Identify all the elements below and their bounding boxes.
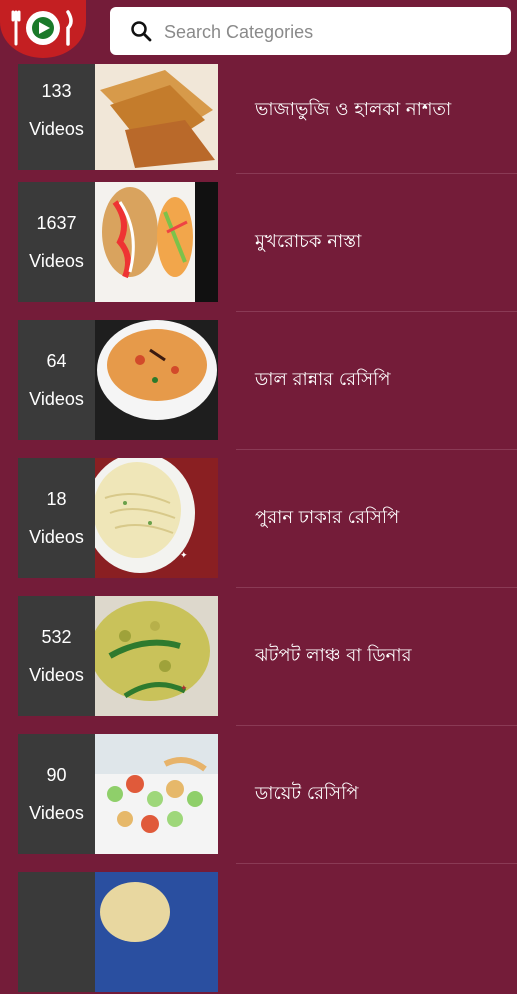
category-item[interactable]: 90 Videos ডায়েট রেসিপি bbox=[0, 734, 517, 856]
video-count-unit: Videos bbox=[29, 251, 84, 271]
food-image: ✦ bbox=[95, 596, 218, 716]
row-divider bbox=[236, 449, 517, 450]
svg-text:✦: ✦ bbox=[180, 684, 188, 694]
category-thumbnail[interactable]: ✦ 18 Videos bbox=[18, 458, 218, 578]
video-count: 532 bbox=[41, 627, 72, 647]
video-count-unit: Videos bbox=[29, 527, 84, 547]
row-divider bbox=[236, 173, 517, 174]
food-image bbox=[95, 320, 218, 440]
app-logo[interactable] bbox=[0, 0, 86, 58]
category-title[interactable]: ঝটপট লাঞ্চ বা ডিনার bbox=[255, 596, 411, 716]
video-count-unit: Videos bbox=[29, 389, 84, 409]
food-image bbox=[95, 872, 218, 992]
category-item[interactable] bbox=[0, 872, 517, 994]
top-bar bbox=[0, 0, 517, 64]
category-thumbnail[interactable]: ✦ 532 Videos bbox=[18, 596, 218, 716]
food-image bbox=[95, 734, 218, 854]
video-count-badge: 532 Videos bbox=[18, 596, 95, 716]
row-divider bbox=[236, 863, 517, 864]
category-title[interactable]: পুরান ঢাকার রেসিপি bbox=[255, 458, 399, 578]
video-count-unit: Videos bbox=[29, 665, 84, 685]
svg-text:✦: ✦ bbox=[180, 551, 188, 561]
video-count-unit: Videos bbox=[29, 803, 84, 823]
video-count-badge: 18 Videos bbox=[18, 458, 95, 578]
category-item[interactable]: 64 Videos ডাল রান্নার রেসিপি bbox=[0, 320, 517, 442]
category-item[interactable]: 1637 Videos মুখরোচক নাস্তা bbox=[0, 182, 517, 304]
search-input[interactable] bbox=[162, 7, 496, 57]
video-count: 18 bbox=[46, 489, 67, 509]
video-count: 133 bbox=[41, 81, 72, 101]
category-title[interactable]: ডায়েট রেসিপি bbox=[255, 734, 358, 854]
category-item[interactable]: ✦ 532 Videos ঝটপট লাঞ্চ বা ডিনার bbox=[0, 596, 517, 718]
category-thumbnail[interactable]: 133 Videos bbox=[18, 50, 218, 170]
video-count: 64 bbox=[46, 351, 67, 371]
plate-fork-knife-icon bbox=[11, 10, 73, 46]
category-thumbnail[interactable] bbox=[18, 872, 218, 992]
video-count-badge: 133 Videos bbox=[18, 50, 95, 170]
category-item[interactable]: 133 Videos ভাজাভুজি ও হালকা নাশতা bbox=[0, 50, 517, 186]
category-title[interactable]: ভাজাভুজি ও হালকা নাশতা bbox=[255, 50, 451, 170]
category-thumbnail[interactable]: 90 Videos bbox=[18, 734, 218, 854]
category-item[interactable]: ✦ 18 Videos পুরান ঢাকার রেসিপি bbox=[0, 458, 517, 580]
category-title[interactable]: মুখরোচক নাস্তা bbox=[255, 182, 361, 302]
video-count-badge: 90 Videos bbox=[18, 734, 95, 854]
food-image bbox=[95, 50, 218, 170]
video-count-badge: 64 Videos bbox=[18, 320, 95, 440]
search-icon[interactable] bbox=[130, 20, 152, 42]
video-count: 90 bbox=[46, 765, 67, 785]
row-divider bbox=[236, 587, 517, 588]
category-thumbnail[interactable]: 64 Videos bbox=[18, 320, 218, 440]
video-count-badge bbox=[18, 872, 95, 992]
video-count-badge: 1637 Videos bbox=[18, 182, 95, 302]
food-image: ✦ bbox=[95, 458, 218, 578]
video-count: 1637 bbox=[36, 213, 77, 233]
video-count-unit: Videos bbox=[29, 119, 84, 139]
food-image bbox=[95, 182, 218, 302]
category-title[interactable]: ডাল রান্নার রেসিপি bbox=[255, 320, 390, 440]
search-box[interactable] bbox=[110, 7, 511, 57]
category-thumbnail[interactable]: 1637 Videos bbox=[18, 182, 218, 302]
row-divider bbox=[236, 725, 517, 726]
row-divider bbox=[236, 311, 517, 312]
